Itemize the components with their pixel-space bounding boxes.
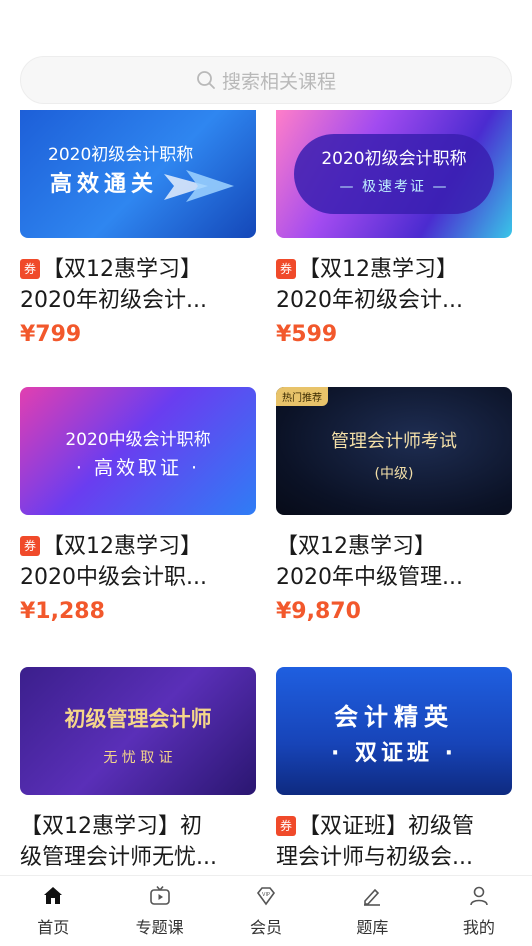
tab-topics[interactable]: 专题课 xyxy=(106,876,212,946)
banner-subtitle: 高效通关 xyxy=(50,172,159,197)
user-icon xyxy=(470,886,488,906)
course-banner: 2020中级会计职称 · 高效取证 · xyxy=(20,387,256,515)
course-title: 券【双12惠学习】 2020中级会计职... xyxy=(20,534,207,590)
banner-title: 2020中级会计职称 xyxy=(65,430,211,450)
course-banner: 初级管理会计师 无 忧 取 证 xyxy=(20,667,256,795)
banner-subtitle: — 极速考证 — xyxy=(339,179,449,195)
course-title: 券【双12惠学习】 2020年初级会计... xyxy=(20,257,207,313)
tab-home[interactable]: 首页 xyxy=(0,876,106,946)
banner-title: 会计精英 xyxy=(334,703,454,731)
tab-mine[interactable]: 我的 xyxy=(426,876,532,946)
course-price: ¥799 xyxy=(20,322,82,347)
course-card[interactable]: 会计精英 · 双证班 · 券【双证班】初级管 理会计师与初级会... xyxy=(276,667,512,873)
bottom-tab-bar: 首页 专题课 VIP 会员 题库 我的 xyxy=(0,875,532,946)
search-bar[interactable]: 搜索相关课程 xyxy=(20,56,512,104)
course-price: ¥1,288 xyxy=(20,599,105,624)
home-icon xyxy=(44,887,63,904)
coupon-badge: 券 xyxy=(20,536,40,556)
banner-title: 2020初级会计职称 xyxy=(321,149,467,169)
pen-icon xyxy=(364,888,381,906)
course-banner: 2020初级会计职称 — 极速考证 — xyxy=(276,110,512,238)
coupon-badge: 券 xyxy=(276,816,296,836)
banner-title: 初级管理会计师 xyxy=(64,707,212,731)
tab-question-bank[interactable]: 题库 xyxy=(319,876,425,946)
course-banner: 热门推荐 管理会计师考试 (中级) xyxy=(276,387,512,515)
course-price: ¥9,870 xyxy=(276,599,361,624)
course-title: 【双12惠学习】 2020年中级管理... xyxy=(276,534,463,590)
coupon-badge: 券 xyxy=(20,259,40,279)
coupon-badge: 券 xyxy=(276,259,296,279)
course-title: 【双12惠学习】初 级管理会计师无忧... xyxy=(20,814,217,870)
course-grid: 2020初级会计职称 高效通关 券【双12惠学习】 2020年初级会计... ¥… xyxy=(20,110,512,875)
banner-subtitle: (中级) xyxy=(374,466,414,482)
banner-subtitle: · 双证班 · xyxy=(330,741,458,766)
course-title: 券【双证班】初级管 理会计师与初级会... xyxy=(276,814,475,870)
course-card[interactable]: 2020中级会计职称 · 高效取证 · 券【双12惠学习】 2020中级会计职.… xyxy=(20,387,256,624)
course-banner: 会计精英 · 双证班 · xyxy=(276,667,512,795)
vip-icon: VIP xyxy=(257,887,276,906)
course-card[interactable]: 初级管理会计师 无 忧 取 证 【双12惠学习】初 级管理会计师无忧... xyxy=(20,667,256,873)
banner-subtitle: · 高效取证 · xyxy=(75,457,201,479)
search-input[interactable]: 搜索相关课程 xyxy=(20,56,512,104)
course-card[interactable]: 2020初级会计职称 高效通关 券【双12惠学习】 2020年初级会计... ¥… xyxy=(20,110,256,347)
banner-subtitle: 无 忧 取 证 xyxy=(103,750,173,766)
search-placeholder: 搜索相关课程 xyxy=(221,70,336,93)
search-icon xyxy=(197,71,215,89)
course-banner: 2020初级会计职称 高效通关 xyxy=(20,110,256,238)
tab-vip[interactable]: VIP 会员 xyxy=(213,876,319,946)
course-price: ¥599 xyxy=(276,322,338,347)
svg-text:VIP: VIP xyxy=(262,892,270,898)
tv-icon xyxy=(149,885,170,905)
course-card[interactable]: 2020初级会计职称 — 极速考证 — 券【双12惠学习】 2020年初级会计.… xyxy=(276,110,512,347)
banner-title: 2020初级会计职称 xyxy=(48,145,194,165)
hot-tag: 热门推荐 xyxy=(276,387,328,406)
arrow-graphic xyxy=(164,170,234,202)
course-card[interactable]: 热门推荐 管理会计师考试 (中级) 【双12惠学习】 2020年中级管理... … xyxy=(276,387,512,624)
course-title: 券【双12惠学习】 2020年初级会计... xyxy=(276,257,463,313)
banner-title: 管理会计师考试 xyxy=(331,431,457,452)
